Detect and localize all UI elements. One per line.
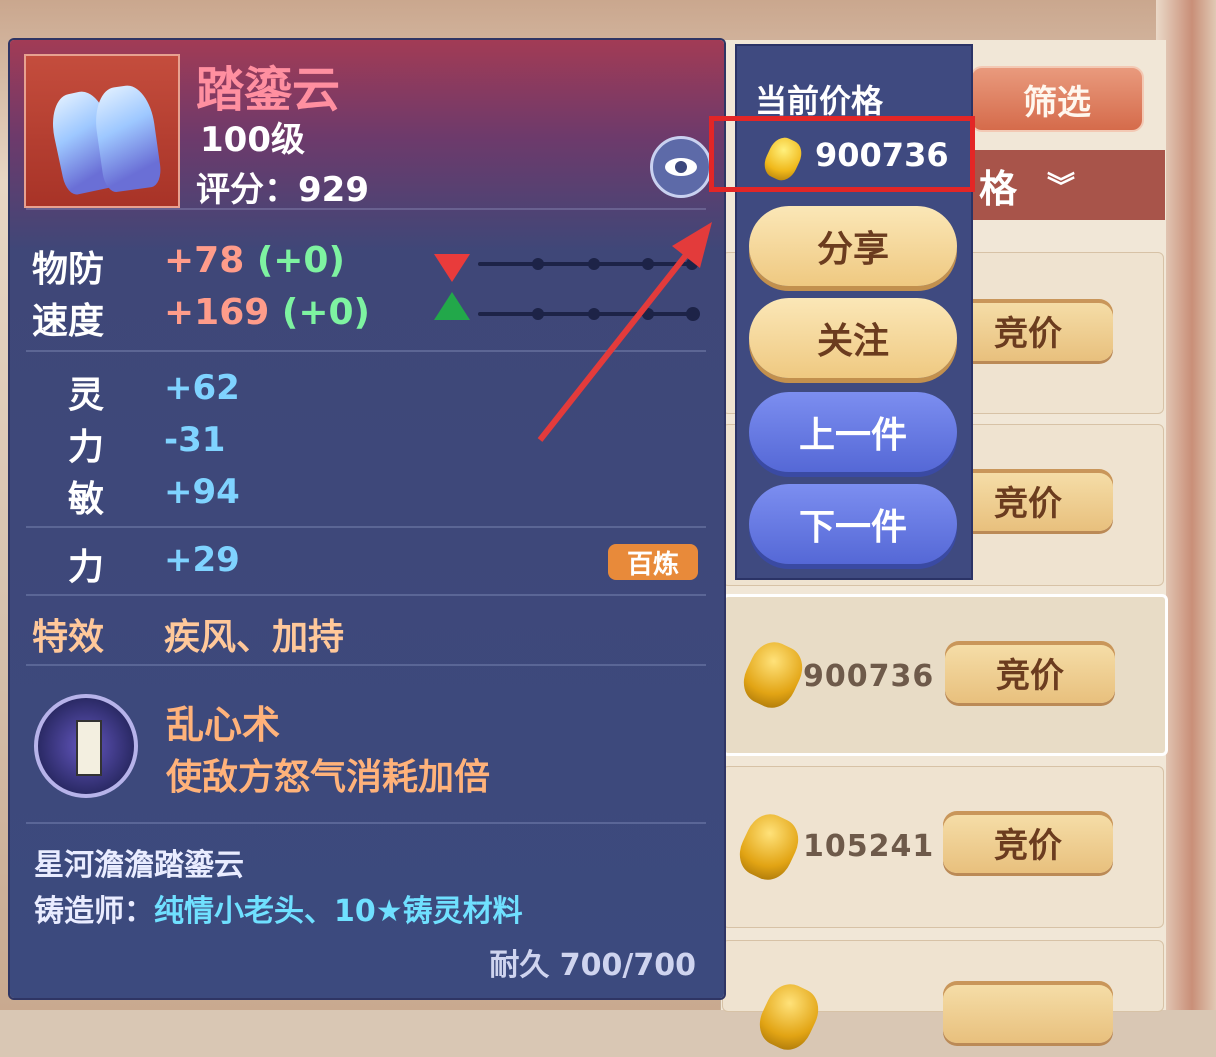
filter-button[interactable]: 筛选	[970, 66, 1144, 132]
attr-value: +94	[164, 472, 240, 512]
row-price: 900736	[803, 659, 935, 694]
arrow-up-icon	[434, 292, 470, 320]
effect-value: 疾风、加持	[164, 617, 345, 658]
gold-ingot-icon	[735, 635, 811, 715]
previous-item-button[interactable]: 上一件	[749, 392, 957, 472]
skill-talisman-icon	[34, 694, 138, 798]
refine-label: 力	[68, 547, 105, 588]
item-score: 评分：929	[196, 170, 369, 210]
divider	[26, 350, 706, 352]
attr-label: 灵	[68, 375, 105, 416]
eye-icon[interactable]	[650, 136, 712, 198]
item-detail-panel: 踏鎏云 100级 评分：929 物防 +78 (+0) 速度 +169 (+0)…	[10, 40, 724, 998]
track-dot	[532, 258, 544, 270]
stat-compare-track	[478, 307, 700, 321]
stat-label: 物防	[32, 249, 105, 290]
share-button[interactable]: 分享	[749, 206, 957, 286]
sort-price-header[interactable]: 格 ︾	[965, 150, 1165, 220]
divider	[26, 664, 706, 666]
stat-value-main: +169	[164, 292, 270, 333]
bid-button[interactable]	[943, 981, 1113, 1043]
track-dot	[532, 308, 544, 320]
stat-delta: (+0)	[281, 292, 370, 333]
divider	[26, 526, 706, 528]
skill-description: 使敌方怒气消耗加倍	[166, 757, 491, 798]
attr-label: 力	[68, 427, 105, 468]
current-price: 900736	[815, 136, 949, 174]
stat-delta: (+0)	[256, 240, 345, 281]
market-row[interactable]: 105241 竞价	[722, 766, 1164, 928]
track-dot	[588, 308, 600, 320]
attr-label: 敏	[68, 479, 105, 520]
track-dot	[642, 308, 654, 320]
skill-name: 乱心术	[166, 703, 281, 747]
market-row[interactable]	[722, 940, 1164, 1057]
divider	[26, 594, 706, 596]
item-name: 踏鎏云	[196, 62, 341, 118]
crafter-label: 铸造师：	[34, 894, 154, 929]
crafter-line: 铸造师：纯情小老头、10★铸灵材料	[34, 886, 523, 930]
durability: 耐久 700/700	[489, 948, 696, 983]
stat-value: +78 (+0)	[164, 240, 345, 281]
divider	[26, 822, 706, 824]
refine-badge: 百炼	[608, 544, 698, 580]
gold-ingot-icon	[751, 977, 827, 1057]
stat-label: 速度	[32, 301, 105, 342]
divider	[26, 208, 706, 210]
follow-button[interactable]: 关注	[749, 298, 957, 378]
track-dot	[686, 258, 698, 270]
arrow-down-icon	[434, 254, 470, 282]
refine-value: +29	[164, 540, 240, 580]
attr-value: -31	[164, 420, 226, 460]
track-dot	[588, 258, 600, 270]
attr-value: +62	[164, 368, 240, 408]
price-action-popup: 当前价格 900736 分享 关注 上一件 下一件	[709, 44, 975, 580]
bid-button[interactable]: 竞价	[943, 811, 1113, 873]
bid-button[interactable]: 竞价	[945, 641, 1115, 703]
set-name: 星河澹澹踏鎏云	[34, 848, 244, 883]
gold-ingot-icon	[731, 807, 807, 887]
effect-label: 特效	[32, 617, 105, 658]
track-dot	[642, 258, 654, 270]
row-price: 105241	[803, 829, 935, 864]
sort-header-label: 格	[979, 166, 1018, 211]
market-row-selected[interactable]: 900736 竞价	[722, 594, 1168, 756]
stat-compare-track	[478, 258, 698, 270]
stat-value-main: +78	[164, 240, 245, 281]
item-level: 100级	[200, 120, 305, 160]
stat-value: +169 (+0)	[164, 292, 370, 333]
crafter-value: 纯情小老头、10★铸灵材料	[154, 894, 523, 929]
talisman-paper	[76, 720, 102, 776]
next-item-button[interactable]: 下一件	[749, 484, 957, 564]
chevron-down-icon: ︾	[1047, 170, 1076, 203]
track-dot	[686, 307, 700, 321]
item-icon	[24, 54, 180, 208]
